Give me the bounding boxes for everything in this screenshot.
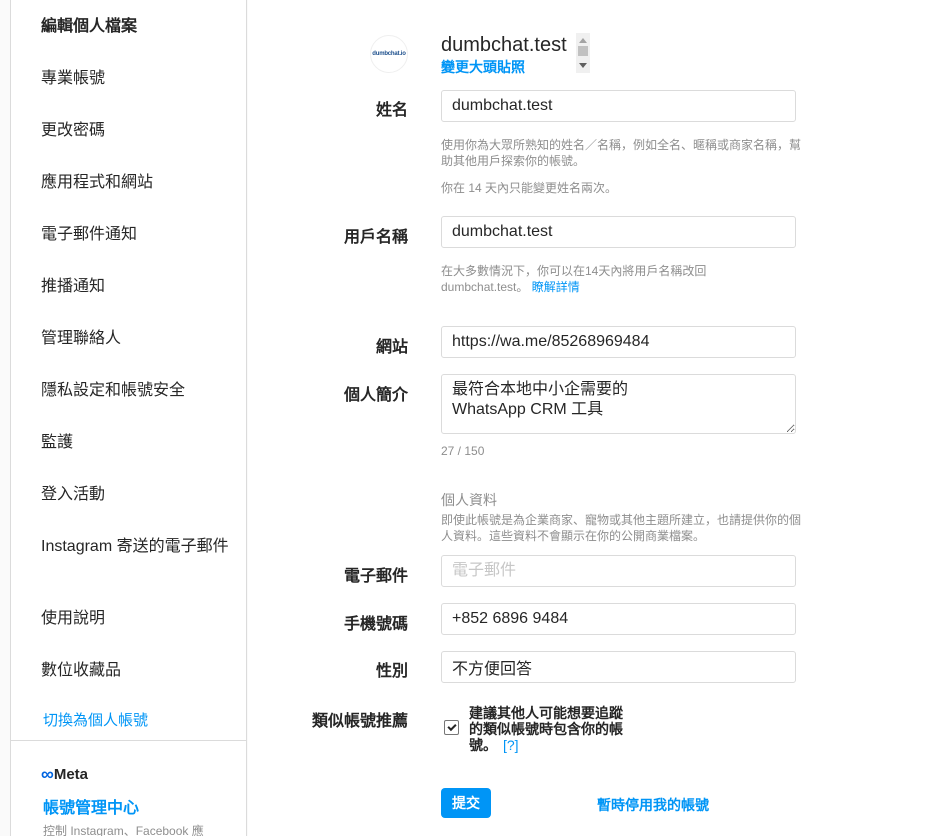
username-help-line1: 在大多數情況下，你可以在14天內將用戶名稱改回 bbox=[441, 264, 707, 278]
avatar-logo-text: dumbchat.io bbox=[372, 51, 406, 57]
name-label: 姓名 bbox=[375, 102, 408, 119]
personal-info-help: 即使此帳號是為企業商家、寵物或其他主題所建立，也請提供你的個人資料。這些資料不會… bbox=[441, 513, 802, 543]
mini-scrollbar[interactable] bbox=[576, 33, 590, 73]
accounts-center-link[interactable]: 帳號管理中心 bbox=[43, 794, 139, 818]
scroll-down-arrow-icon[interactable] bbox=[579, 63, 587, 68]
sidebar-item-professional-account[interactable]: 專業帳號 bbox=[41, 69, 105, 89]
disable-account-link[interactable]: 暫時停用我的帳號 bbox=[597, 795, 709, 815]
personal-info-title: 個人資料 bbox=[441, 492, 497, 508]
phone-label: 手機號碼 bbox=[343, 616, 408, 633]
bio-label: 個人簡介 bbox=[343, 387, 408, 404]
meta-logo: ∞ Meta bbox=[41, 764, 88, 785]
sidebar-item-change-password[interactable]: 更改密碼 bbox=[41, 121, 105, 141]
username-input[interactable] bbox=[441, 216, 796, 248]
similar-accounts-label: 類似帳號推薦 bbox=[311, 713, 408, 730]
accounts-center-description: 控制 Instagram、Facebook 應 bbox=[43, 824, 204, 836]
sidebar-item-login-activity[interactable]: 登入活動 bbox=[41, 485, 105, 505]
name-help-text: 使用你為大眾所熟知的姓名／名稱，例如全名、暱稱或商家名稱，幫助其他用戶探索你的帳… bbox=[441, 138, 802, 168]
sidebar-item-edit-profile[interactable]: 編輯個人檔案 bbox=[41, 17, 137, 37]
sidebar-item-help[interactable]: 使用說明 bbox=[41, 609, 105, 629]
gender-input[interactable] bbox=[441, 651, 796, 683]
username-help-text: 在大多數情況下，你可以在14天內將用戶名稱改回 dumbchat.test。 瞭… bbox=[441, 263, 801, 295]
learn-more-link[interactable]: 瞭解詳情 bbox=[532, 280, 580, 294]
meta-logo-text: Meta bbox=[53, 766, 89, 783]
sidebar-item-apps-websites[interactable]: 應用程式和網站 bbox=[41, 173, 153, 193]
email-input[interactable] bbox=[441, 555, 796, 587]
avatar[interactable]: dumbchat.io bbox=[370, 35, 408, 73]
scrollbar-thumb[interactable] bbox=[578, 46, 588, 56]
gender-label: 性別 bbox=[375, 663, 408, 680]
similar-accounts-text: 建議其他人可能想要追蹤的類似帳號時包含你的帳號。 [?] bbox=[469, 705, 634, 753]
sidebar-item-instagram-emails[interactable]: Instagram 寄送的電子郵件 bbox=[41, 537, 231, 557]
similar-accounts-checkbox[interactable] bbox=[444, 720, 459, 735]
sidebar-item-digital-collectibles[interactable]: 數位收藏品 bbox=[41, 661, 121, 681]
sidebar-item-supervision[interactable]: 監護 bbox=[41, 433, 73, 453]
settings-sidebar: 編輯個人檔案 專業帳號 更改密碼 應用程式和網站 電子郵件通知 推播通知 管理聯… bbox=[10, 0, 247, 836]
sidebar-divider bbox=[11, 740, 246, 741]
email-label: 電子郵件 bbox=[343, 568, 408, 585]
website-input[interactable] bbox=[441, 326, 796, 358]
profile-username: dumbchat.test bbox=[441, 34, 567, 56]
website-label: 網站 bbox=[375, 339, 408, 356]
change-profile-photo-link[interactable]: 變更大頭貼照 bbox=[441, 57, 525, 77]
sidebar-item-push-notifications[interactable]: 推播通知 bbox=[41, 277, 105, 297]
name-input[interactable] bbox=[441, 90, 796, 122]
similar-accounts-description: 建議其他人可能想要追蹤的類似帳號時包含你的帳號。 bbox=[469, 705, 623, 753]
scroll-up-arrow-icon[interactable] bbox=[579, 38, 587, 43]
meta-infinity-icon: ∞ bbox=[41, 764, 54, 784]
sidebar-item-email-notifications[interactable]: 電子郵件通知 bbox=[41, 225, 137, 245]
username-help-line2: dumbchat.test。 bbox=[441, 280, 529, 294]
username-label: 用戶名稱 bbox=[343, 229, 408, 246]
checkmark-icon bbox=[446, 721, 457, 732]
bio-textarea[interactable] bbox=[441, 374, 796, 434]
bio-char-counter: 27 / 150 bbox=[441, 444, 485, 458]
sidebar-item-manage-contacts[interactable]: 管理聯絡人 bbox=[41, 329, 121, 349]
similar-accounts-help-link[interactable]: [?] bbox=[503, 737, 519, 753]
phone-input[interactable] bbox=[441, 603, 796, 635]
switch-to-personal-link[interactable]: 切換為個人帳號 bbox=[43, 709, 148, 730]
sidebar-item-privacy-security[interactable]: 隱私設定和帳號安全 bbox=[41, 381, 185, 401]
name-change-limit-text: 你在 14 天內只能變更姓名兩次。 bbox=[441, 181, 618, 195]
submit-button[interactable]: 提交 bbox=[441, 788, 491, 818]
